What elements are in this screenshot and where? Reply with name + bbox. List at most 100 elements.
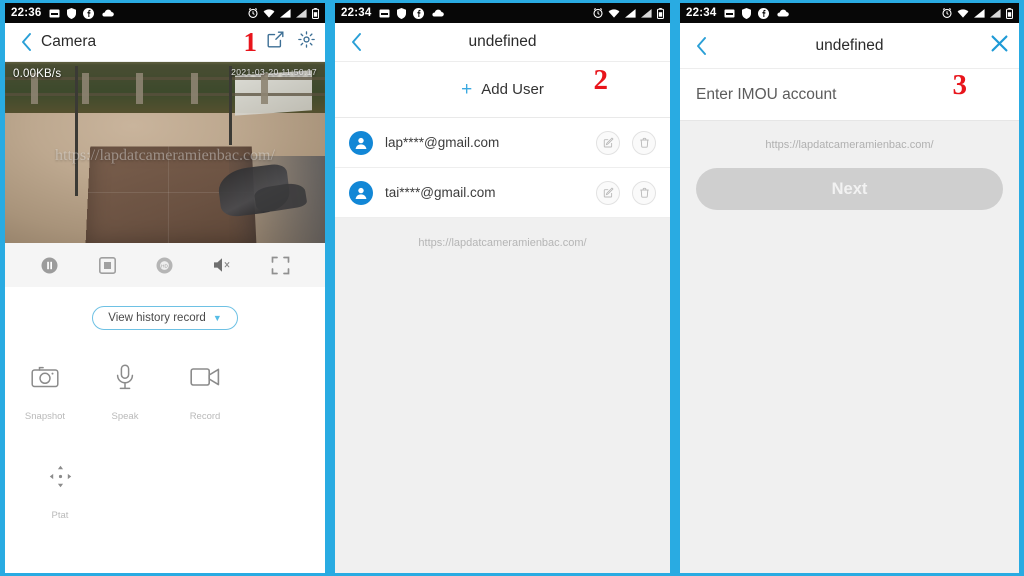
add-user-button[interactable]: + Add User 2 <box>335 62 670 118</box>
edit-icon[interactable] <box>596 130 620 155</box>
svg-text:HD: HD <box>162 263 169 268</box>
cloud-icon <box>101 9 115 17</box>
user-email: lap****@gmail.com <box>385 135 500 150</box>
alarm-icon <box>248 8 258 18</box>
signal-icon <box>625 8 636 18</box>
shield-icon <box>742 7 752 19</box>
screenshot-icon <box>724 9 735 18</box>
share-icon[interactable] <box>267 31 284 53</box>
facebook-icon <box>758 7 770 19</box>
three-panel-tutorial: 22:36 Camera 1 0.00KB/s 2021-03-20 11:50… <box>0 0 1024 576</box>
ptz-label: Ptat <box>51 510 69 521</box>
cloud-icon <box>431 9 445 17</box>
speak-button[interactable]: Speak <box>85 363 165 422</box>
stop-square-icon[interactable] <box>96 254 118 276</box>
video-control-bar: HD <box>5 243 325 287</box>
speaker-mute-icon[interactable] <box>212 254 234 276</box>
view-history-record-label: View history record <box>108 312 206 324</box>
back-chevron-icon[interactable] <box>15 31 37 53</box>
video-pole-left <box>75 65 79 196</box>
signal-2-icon <box>641 8 652 18</box>
user-list-app-bar: undefined <box>335 23 670 62</box>
row-actions <box>596 130 656 155</box>
next-button-label: Next <box>831 179 868 198</box>
ptz-button[interactable]: Ptat <box>5 462 115 521</box>
signal-2-icon <box>990 8 1001 18</box>
step-number-2: 2 <box>593 64 609 96</box>
add-user-label: Add User <box>481 81 544 98</box>
imou-account-field-wrap: 3 <box>680 69 1019 121</box>
snapshot-button[interactable]: Snapshot <box>5 363 85 422</box>
imou-account-input[interactable] <box>694 84 941 105</box>
status-bar-clock: 22:34 <box>686 7 717 19</box>
shield-icon <box>67 7 77 19</box>
microphone-icon <box>110 363 140 391</box>
camera-app-bar: Camera 1 <box>5 23 325 62</box>
panel-user-list: 22:34 undefined + Add User 2 lap****@gma… <box>330 0 675 576</box>
signal-2-icon <box>296 8 307 18</box>
cloud-icon <box>776 9 790 17</box>
status-bar-clock: 22:36 <box>11 7 42 19</box>
avatar <box>349 180 373 205</box>
site-watermark: https://lapdatcameramienbac.com/ <box>418 237 587 249</box>
alarm-icon <box>593 8 603 18</box>
view-history-record-button[interactable]: View history record ▼ <box>92 306 238 330</box>
status-bar-notification-icons <box>724 7 790 19</box>
status-bar-system-icons <box>942 7 1013 19</box>
camera-icon <box>30 363 60 391</box>
camera-app-bar-actions: 1 <box>244 27 316 58</box>
video-bitrate-label: 0.00KB/s <box>13 68 62 80</box>
close-icon[interactable] <box>990 34 1009 58</box>
facebook-icon <box>413 7 425 19</box>
record-button[interactable]: Record <box>165 363 245 422</box>
status-bar-notification-icons <box>379 7 445 19</box>
page-title: undefined <box>815 36 884 54</box>
trash-icon[interactable] <box>632 130 656 155</box>
chevron-down-icon: ▼ <box>212 313 222 323</box>
panel-camera-live: 22:36 Camera 1 0.00KB/s 2021-03-20 11:50… <box>0 0 330 576</box>
live-video-feed[interactable]: 0.00KB/s 2021-03-20 11:50:17 https://lap… <box>5 62 325 243</box>
add-account-body: https://lapdatcameramienbac.com/ Next <box>680 121 1019 573</box>
add-account-app-bar: undefined <box>680 23 1019 69</box>
row-actions <box>596 180 656 205</box>
function-row: Snapshot Speak Record <box>5 349 325 422</box>
signal-icon <box>974 8 985 18</box>
step-number-1: 1 <box>243 26 258 57</box>
signal-icon <box>280 8 291 18</box>
history-section: View history record ▼ <box>5 287 325 349</box>
screenshot-icon <box>49 9 60 18</box>
table-row[interactable]: tai****@gmail.com <box>335 168 670 218</box>
site-watermark: https://lapdatcameramienbac.com/ <box>765 139 934 151</box>
panel-add-account: 22:34 undefined Enter IMOU account 3 htt… <box>675 0 1024 576</box>
plus-icon: + <box>461 79 473 100</box>
wifi-icon <box>957 8 969 18</box>
wifi-icon <box>608 8 620 18</box>
speak-label: Speak <box>111 411 139 422</box>
back-chevron-icon[interactable] <box>345 31 367 53</box>
status-bar-system-icons <box>593 7 664 19</box>
gear-icon[interactable] <box>298 31 315 53</box>
facebook-icon <box>83 7 95 19</box>
record-label: Record <box>189 411 221 422</box>
status-bar-clock: 22:34 <box>341 7 372 19</box>
user-email: tai****@gmail.com <box>385 185 496 200</box>
page-title: Camera <box>41 33 97 50</box>
shield-icon <box>397 7 407 19</box>
table-row[interactable]: lap****@gmail.com <box>335 118 670 168</box>
battery-icon <box>1006 7 1013 19</box>
back-chevron-icon[interactable] <box>690 35 712 57</box>
battery-icon <box>312 7 319 19</box>
status-bar-system-icons <box>248 7 319 19</box>
pause-circle-icon[interactable] <box>39 254 61 276</box>
hd-quality-icon[interactable]: HD <box>154 254 176 276</box>
trash-icon[interactable] <box>632 180 656 205</box>
fullscreen-icon[interactable] <box>269 254 291 276</box>
alarm-icon <box>942 8 952 18</box>
avatar <box>349 130 373 155</box>
screenshot-icon <box>379 9 390 18</box>
video-record-icon <box>190 363 220 391</box>
edit-icon[interactable] <box>596 180 620 205</box>
next-button[interactable]: Next <box>696 168 1003 210</box>
status-bar-notification-icons <box>49 7 115 19</box>
video-timestamp: 2021-03-20 11:50:17 <box>231 67 317 77</box>
